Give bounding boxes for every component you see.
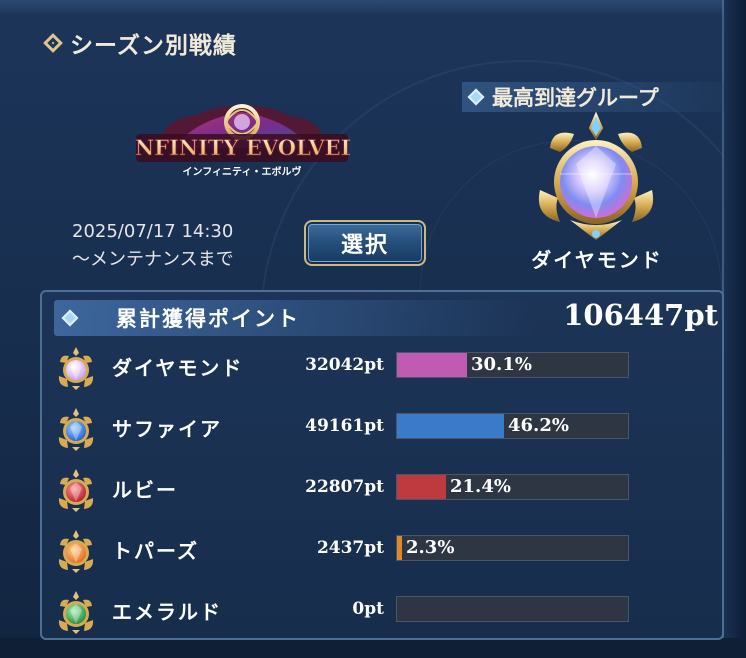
group-name: ダイヤモンド: [112, 356, 244, 380]
season-end-note: 〜メンテナンスまで: [72, 249, 234, 270]
section-header: シーズン別戦績: [43, 26, 237, 60]
group-name: トパーズ: [112, 539, 199, 563]
group-points: 49161pt: [305, 416, 384, 436]
group-share-percent: 2.3%: [406, 537, 455, 558]
group-name: ルビー: [112, 478, 178, 502]
group-name: サファイア: [112, 417, 222, 441]
event-logo: INFINITY EVOLVED インフィニティ・エボルヴ: [134, 104, 350, 178]
group-share-bar: [396, 596, 629, 622]
event-logo-subtitle: インフィニティ・エボルヴ: [183, 165, 302, 178]
group-points: 32042pt: [305, 355, 384, 375]
topaz-gem-icon: [58, 530, 94, 573]
right-frame-edge: [724, 0, 746, 658]
group-share-percent: 21.4%: [450, 476, 511, 497]
group-share-fill: [397, 536, 402, 560]
group-points-row: ダイヤモンド 32042pt 30.1%: [56, 346, 656, 390]
best-group-name: ダイヤモンド: [531, 248, 663, 272]
top-frame-edge: [0, 0, 746, 16]
select-season-button[interactable]: 選択: [304, 220, 426, 266]
best-group-title: 最高到達グループ: [492, 86, 659, 110]
emerald-gem-icon: [58, 591, 94, 634]
event-logo-title: INFINITY EVOLVED: [134, 135, 350, 160]
group-points-row: サファイア 49161pt 46.2%: [56, 407, 656, 451]
group-share-percent: 46.2%: [508, 415, 569, 436]
cumulative-points-title: 累計獲得ポイント: [116, 307, 300, 331]
group-share-bar: 21.4%: [396, 474, 629, 500]
group-share-fill: [397, 414, 504, 438]
group-points-row: ルビー 22807pt 21.4%: [56, 468, 656, 512]
diamond-gem-icon: [538, 112, 654, 240]
group-points-row: エメラルド 0pt: [56, 590, 656, 634]
best-group-header: 最高到達グループ: [462, 82, 724, 112]
group-points: 2437pt: [316, 538, 384, 558]
group-points-row: トパーズ 2437pt 2.3%: [56, 529, 656, 573]
ruby-gem-icon: [58, 469, 94, 512]
cumulative-points-header: 累計獲得ポイント: [54, 300, 534, 336]
group-share-bar: 30.1%: [396, 352, 629, 378]
group-points: 0pt: [352, 599, 384, 619]
group-name: エメラルド: [112, 600, 222, 624]
diamond-bullet-icon: [61, 309, 79, 327]
group-share-fill: [397, 353, 467, 377]
diamond-bullet-icon: [467, 88, 485, 106]
season-end-date: 2025/07/17 14:30: [72, 221, 234, 242]
bottom-frame-edge: [0, 638, 746, 658]
group-share-bar: 2.3%: [396, 535, 629, 561]
diamond-bullet-icon: [43, 33, 63, 53]
sapphire-gem-icon: [58, 408, 94, 451]
group-share-percent: 30.1%: [471, 354, 532, 375]
group-share-bar: 46.2%: [396, 413, 629, 439]
group-share-fill: [397, 475, 446, 499]
section-title: シーズン別戦績: [70, 33, 237, 59]
group-points: 22807pt: [305, 477, 384, 497]
cumulative-points-panel: [40, 290, 724, 640]
season-period: 2025/07/17 14:30 〜メンテナンスまで: [72, 218, 234, 274]
diamond-gem-icon: [58, 347, 94, 390]
cumulative-points-total: 106447pt: [563, 298, 718, 332]
season-record-panel: シーズン別戦績 INFINITY EVOLVED インフィニティ・エボルヴ 20…: [0, 0, 746, 658]
